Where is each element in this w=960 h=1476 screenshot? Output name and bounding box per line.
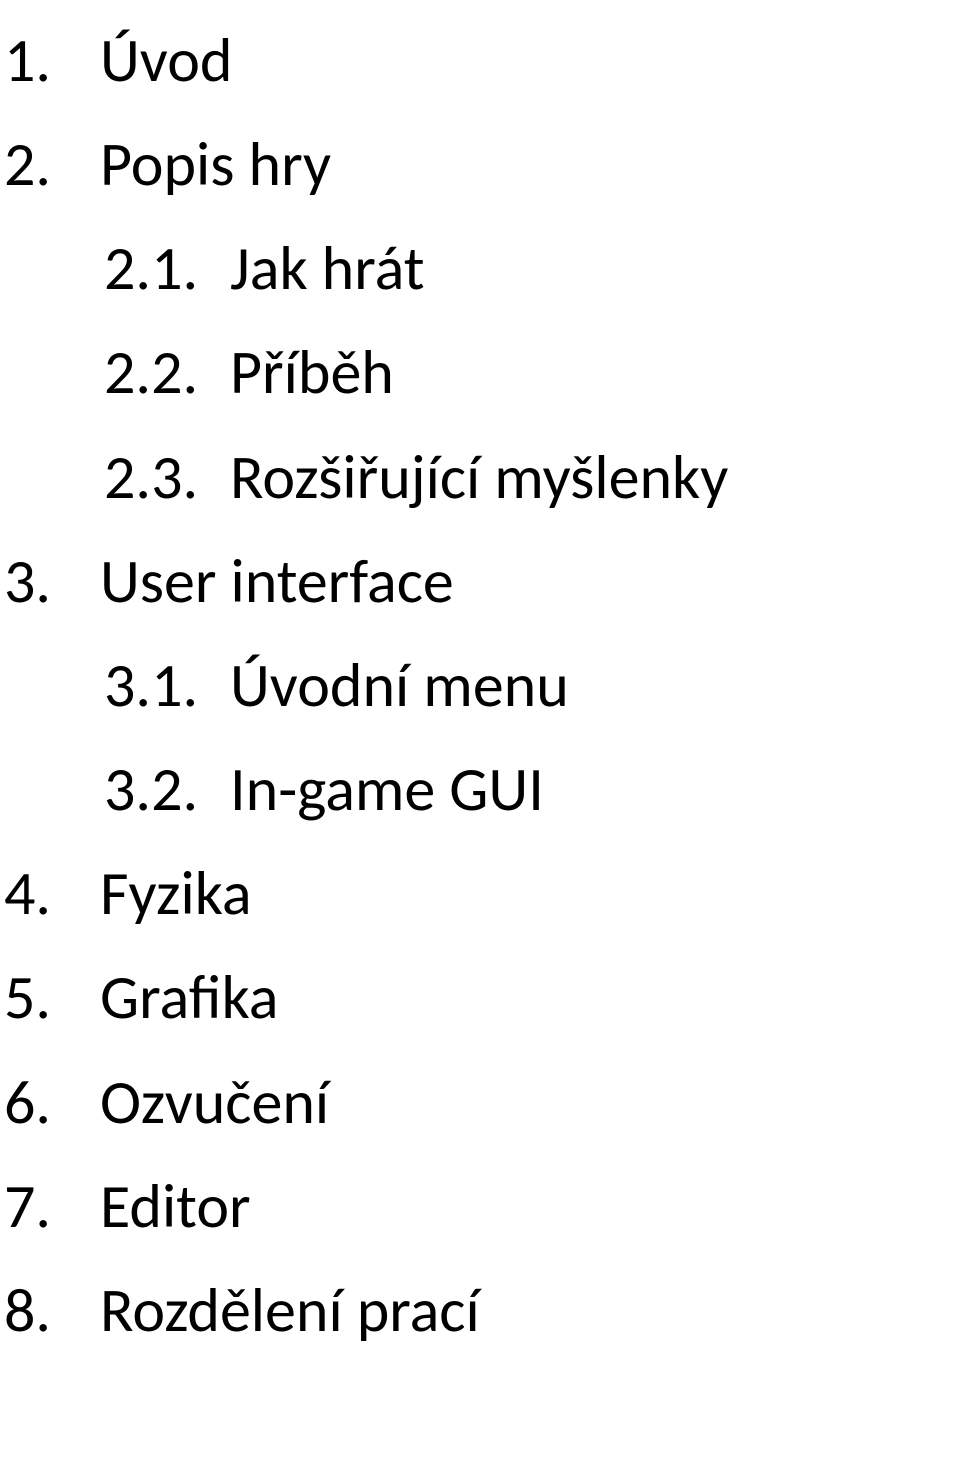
toc-item: 7. Editor xyxy=(0,1154,960,1258)
toc-item-number: 8. xyxy=(0,1258,100,1362)
toc-item-number: 6. xyxy=(0,1050,100,1154)
toc-item-number: 4. xyxy=(0,841,100,945)
toc-item-number: 3. xyxy=(0,529,100,633)
toc-item-label: Ozvučení xyxy=(100,1050,960,1154)
toc-item-number: 2. xyxy=(0,112,100,216)
toc-item-label: Úvod xyxy=(100,8,960,112)
toc-item-label: Popis hry xyxy=(100,112,960,216)
toc-sublist: 3.1. Úvodní menu 3.2. In-game GUI xyxy=(0,633,960,841)
toc-item: 2. Popis hry xyxy=(0,112,960,216)
toc-subitem-number: 2.1. xyxy=(100,216,230,320)
toc-subitem: 2.3. Rozšiřující myšlenky xyxy=(100,425,960,529)
toc-subitem-label: Příběh xyxy=(230,320,960,424)
toc-item: 8. Rozdělení prací xyxy=(0,1258,960,1362)
toc-item: 4. Fyzika xyxy=(0,841,960,945)
toc-subitem-label: Jak hrát xyxy=(230,216,960,320)
toc-item: 5. Grafika xyxy=(0,945,960,1049)
toc-item: 3. User interface xyxy=(0,529,960,633)
toc-subitem: 2.2. Příběh xyxy=(100,320,960,424)
toc-subitem-label: Rozšiřující myšlenky xyxy=(230,425,960,529)
toc-subitem-label: Úvodní menu xyxy=(230,633,960,737)
toc-item-label: User interface xyxy=(100,529,960,633)
toc-subitem: 3.1. Úvodní menu xyxy=(100,633,960,737)
toc-subitem-number: 3.2. xyxy=(100,737,230,841)
toc-item-number: 1. xyxy=(0,8,100,112)
toc-item-label: Fyzika xyxy=(100,841,960,945)
toc-item-label: Grafika xyxy=(100,945,960,1049)
toc-item-label: Rozdělení prací xyxy=(100,1258,960,1362)
toc-subitem-number: 3.1. xyxy=(100,633,230,737)
toc-item-number: 7. xyxy=(0,1154,100,1258)
toc-subitem-number: 2.2. xyxy=(100,320,230,424)
toc-item-number: 5. xyxy=(0,945,100,1049)
toc-item-label: Editor xyxy=(100,1154,960,1258)
toc-item: 1. Úvod xyxy=(0,8,960,112)
toc-subitem-number: 2.3. xyxy=(100,425,230,529)
toc-sublist: 2.1. Jak hrát 2.2. Příběh 2.3. Rozšiřují… xyxy=(0,216,960,528)
toc-subitem: 2.1. Jak hrát xyxy=(100,216,960,320)
toc-list: 1. Úvod 2. Popis hry 2.1. Jak hrát 2.2. … xyxy=(0,8,960,1362)
toc-item: 6. Ozvučení xyxy=(0,1050,960,1154)
toc-subitem-label: In-game GUI xyxy=(230,737,960,841)
toc-subitem: 3.2. In-game GUI xyxy=(100,737,960,841)
